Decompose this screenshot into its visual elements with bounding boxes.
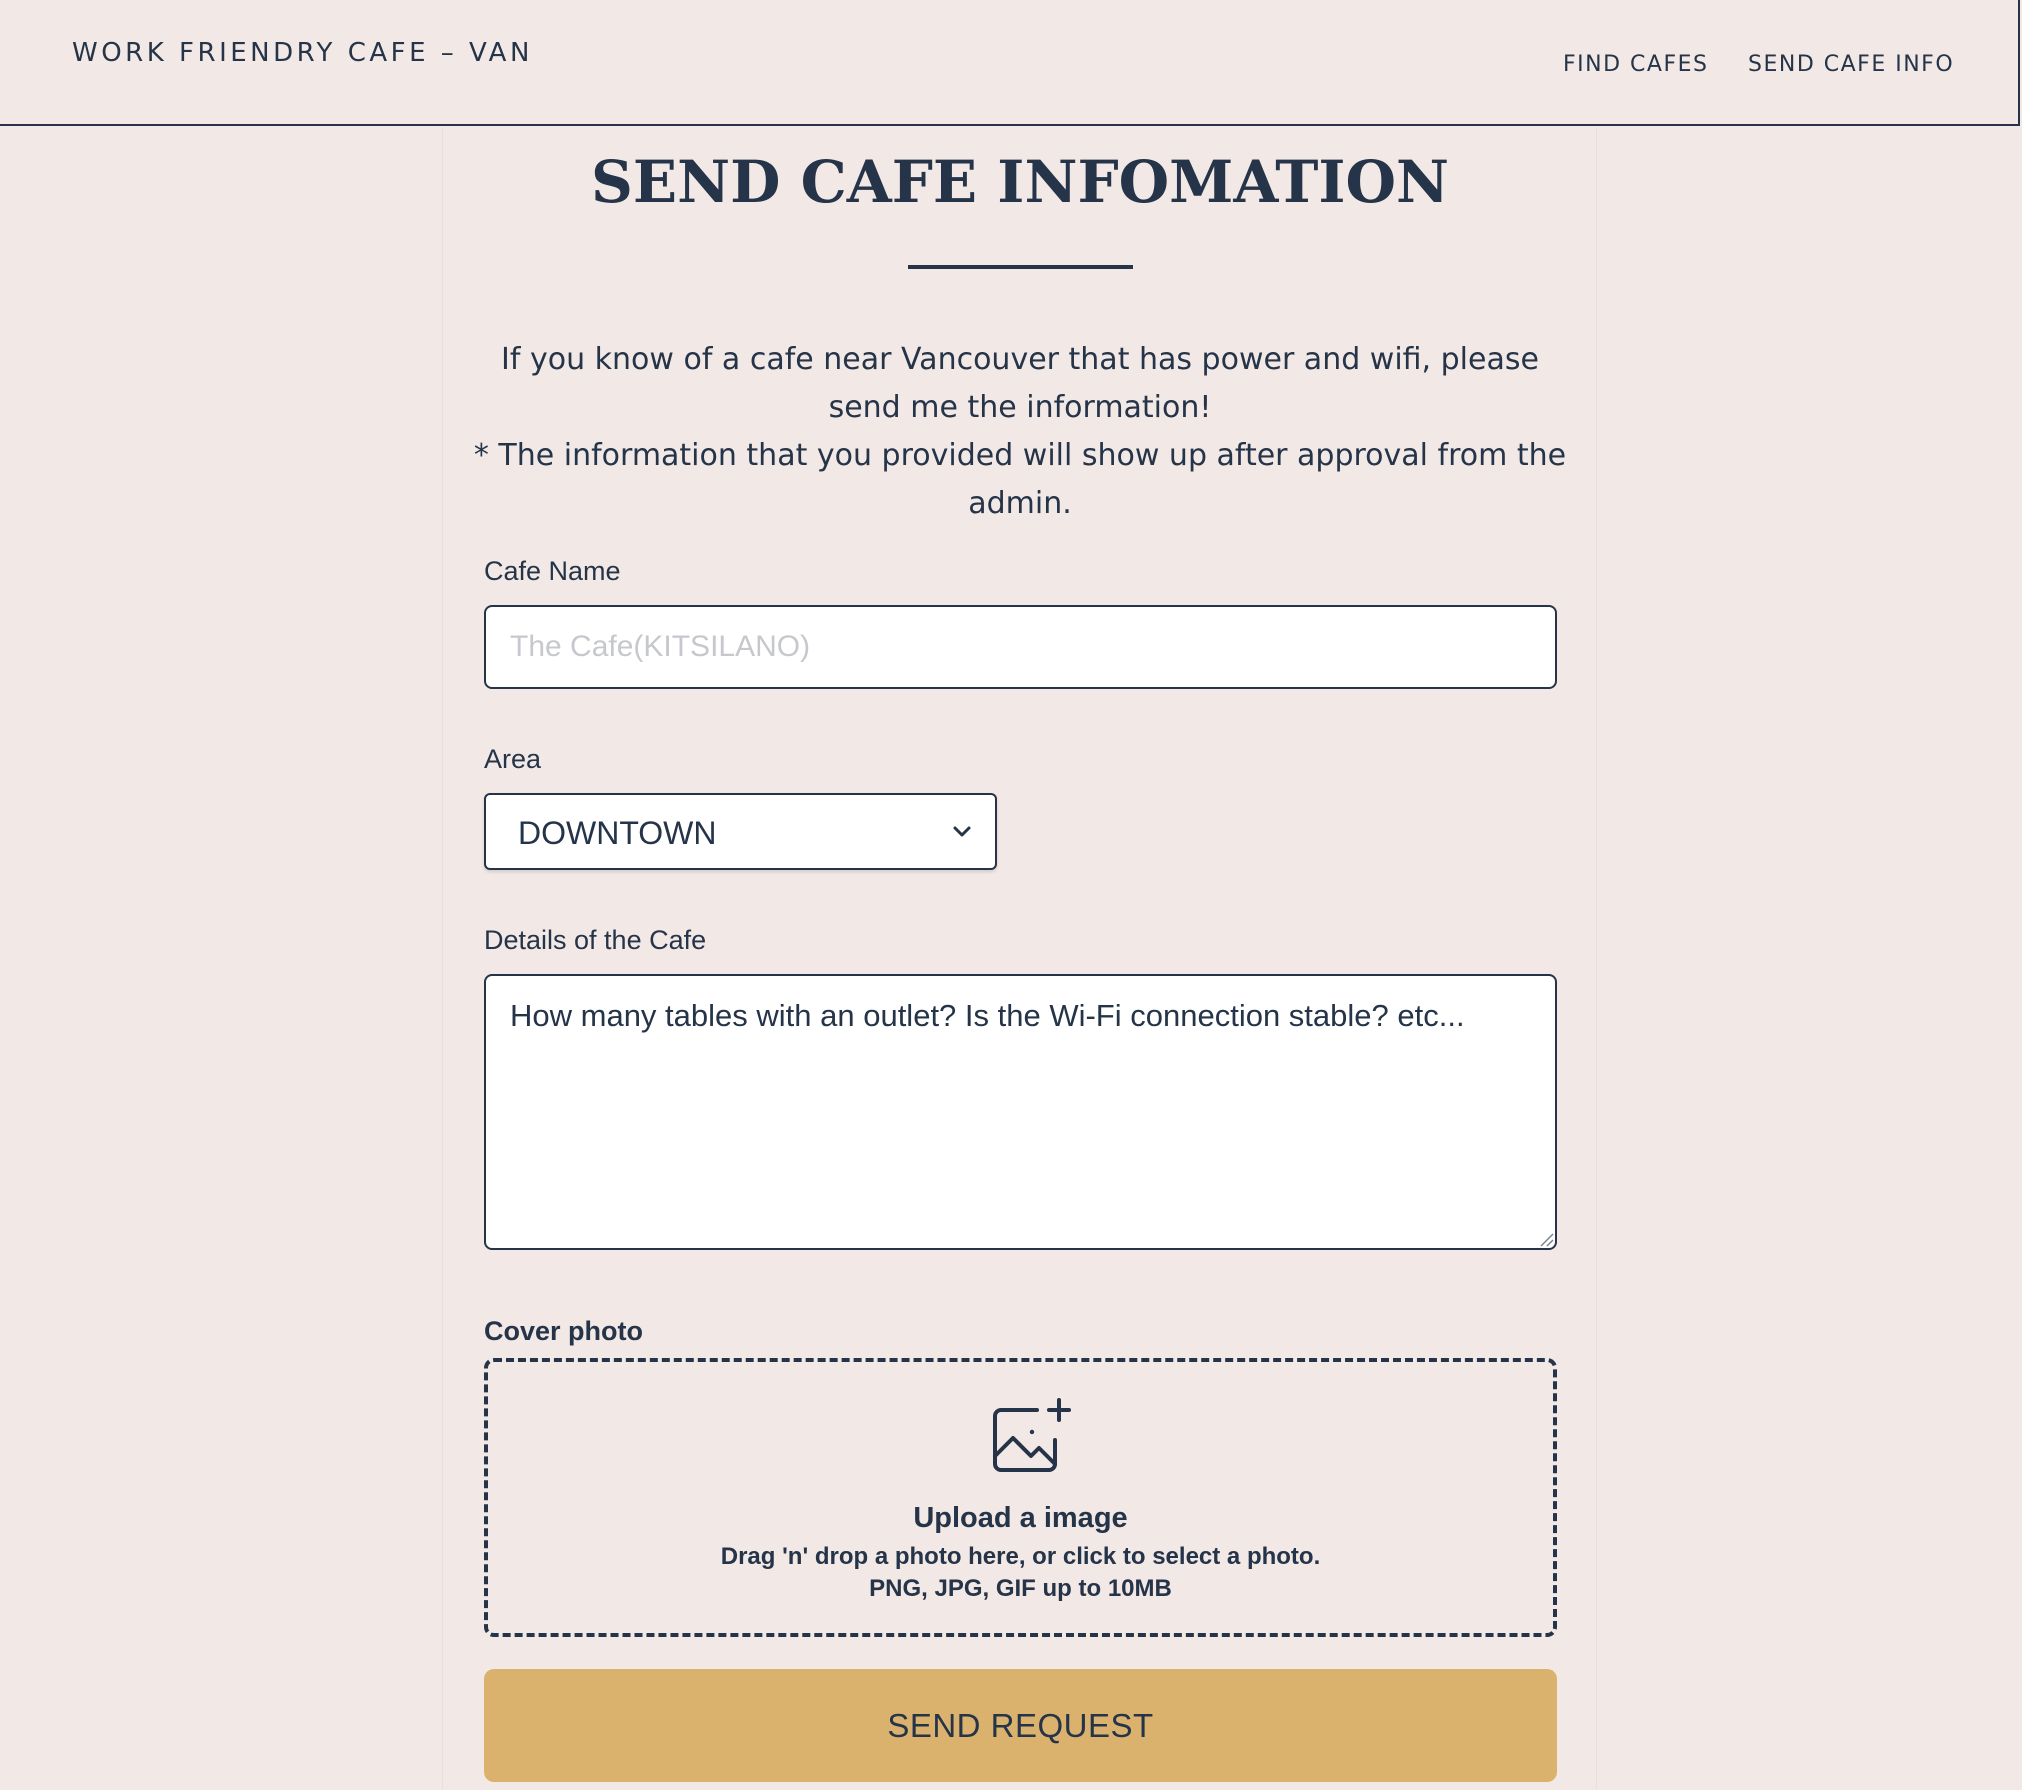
- content-column-border-right: [1596, 128, 1597, 1790]
- intro-paragraph: If you know of a cafe near Vancouver tha…: [501, 342, 1539, 425]
- upload-title: Upload a image: [913, 1502, 1128, 1534]
- upload-file-types: PNG, JPG, GIF up to 10MB: [869, 1575, 1172, 1602]
- cover-photo-label: Cover photo: [484, 1316, 643, 1346]
- brand-logo-text[interactable]: WORK FRIENDRY CAFE – VAN: [72, 38, 533, 68]
- chevron-down-icon: [953, 826, 971, 837]
- content-column-border-left: [442, 128, 443, 1790]
- area-selected-value: DOWNTOWN: [518, 815, 717, 851]
- cafe-name-input[interactable]: [484, 605, 1557, 689]
- nav-link-find-cafes[interactable]: FIND CAFES: [1563, 52, 1708, 77]
- page-title: SEND CAFE INFOMATION: [590, 148, 1450, 216]
- upload-hint: Drag 'n' drop a photo here, or click to …: [720, 1543, 1321, 1570]
- title-divider: [908, 265, 1133, 269]
- send-request-button[interactable]: SEND REQUEST: [484, 1669, 1557, 1782]
- details-label: Details of the Cafe: [484, 925, 707, 955]
- cover-photo-dropzone[interactable]: Upload a image Drag 'n' drop a photo her…: [484, 1358, 1557, 1637]
- area-select[interactable]: DOWNTOWN: [484, 793, 997, 870]
- image-plus-icon: [993, 1398, 1071, 1472]
- navbar: WORK FRIENDRY CAFE – VAN FIND CAFES SEND…: [0, 0, 2020, 126]
- cafe-name-label: Cafe Name: [484, 556, 621, 586]
- area-label: Area: [484, 744, 542, 774]
- intro-text: If you know of a cafe near Vancouver tha…: [470, 336, 1570, 528]
- details-textarea[interactable]: [484, 974, 1557, 1250]
- approval-note: * The information that you provided will…: [473, 438, 1567, 521]
- nav-link-send-cafe-info[interactable]: SEND CAFE INFO: [1748, 52, 1954, 77]
- resize-handle-icon[interactable]: [1538, 1231, 1554, 1247]
